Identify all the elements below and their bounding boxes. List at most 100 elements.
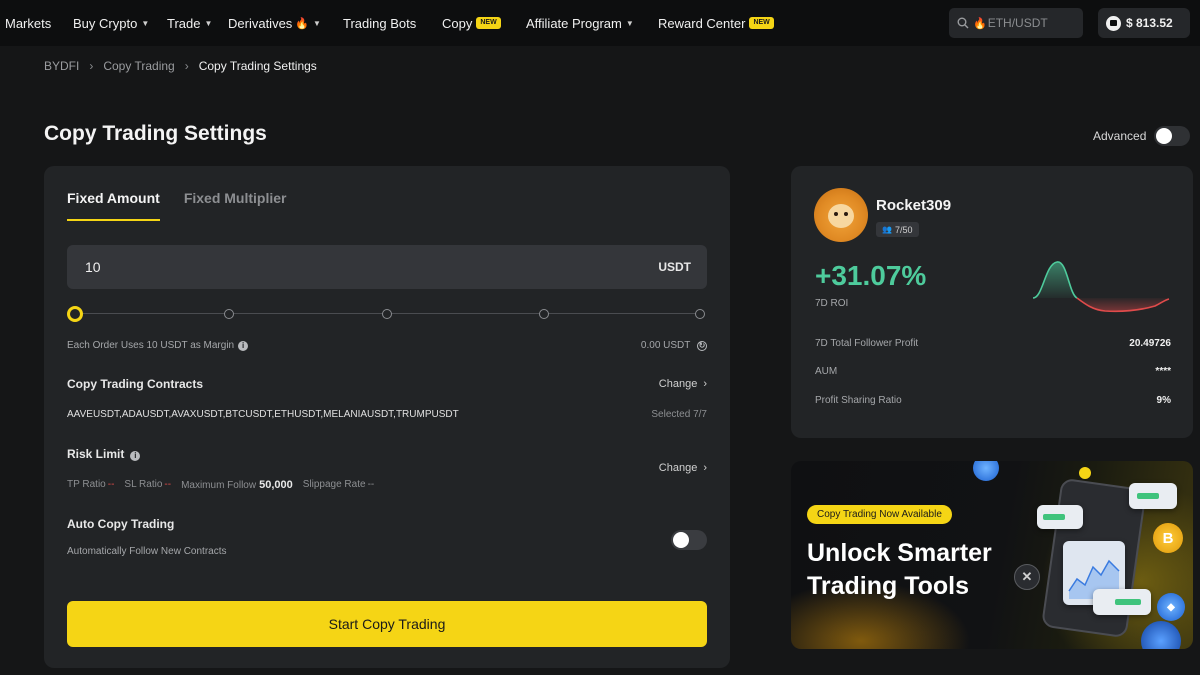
margin-note-text: Each Order Uses 10 USDT as Margin [67, 340, 235, 351]
advanced-label: Advanced [1093, 129, 1147, 143]
stat-row: AUM **** [815, 366, 1171, 377]
caret-down-icon: ▼ [141, 18, 150, 28]
copy-settings-card: Fixed Amount Fixed Multiplier 10 USDT Ea… [44, 166, 730, 668]
promo-banner[interactable]: ✕ B ◆ Copy Trading Now Available Unlock … [791, 461, 1193, 649]
avatar-eye [834, 212, 838, 216]
amount-slider[interactable] [67, 306, 707, 322]
nav-markets-label: Markets [5, 15, 52, 31]
top-navigation: Markets Buy Crypto ▼ Trade ▼ Derivatives… [0, 0, 1200, 46]
breadcrumb-copy-trading[interactable]: Copy Trading [103, 59, 174, 73]
nav-trading-bots[interactable]: Trading Bots [343, 0, 416, 46]
available-value: 0.00 USDT [640, 340, 691, 351]
tab-fixed-multiplier[interactable]: Fixed Multiplier [184, 190, 287, 221]
tp-ratio: TP Ratio -- [67, 479, 114, 491]
stat-row: 7D Total Follower Profit 20.49726 [815, 338, 1171, 349]
available-balance: 0.00 USDT ↻ [641, 340, 707, 351]
nav-reward-center[interactable]: Reward Center NEW [658, 0, 774, 46]
risk-params-row: TP Ratio -- SL Ratio -- Maximum Follow 50,0… [67, 479, 707, 491]
spark-icon [1079, 467, 1091, 479]
breadcrumb: BYDFI › Copy Trading › Copy Trading Sett… [44, 57, 317, 75]
stat-label: 7D Total Follower Profit [815, 338, 919, 349]
stat-label: AUM [815, 366, 838, 377]
promo-pill: Copy Trading Now Available [807, 505, 952, 524]
risk-title-group: Risk Limit i [67, 447, 141, 461]
trader-name[interactable]: Rocket309 [876, 197, 951, 214]
info-icon[interactable]: i [238, 340, 249, 351]
chevron-right-icon: › [184, 59, 189, 73]
start-copy-trading-button[interactable]: Start Copy Trading [67, 601, 707, 647]
tp-value: -- [107, 479, 115, 490]
stat-value: **** [1155, 366, 1171, 377]
nav-derivatives-label: Derivatives [228, 15, 293, 31]
info-icon[interactable]: i [130, 450, 141, 461]
contracts-title: Copy Trading Contracts [67, 377, 204, 391]
change-label: Change [658, 462, 698, 474]
nav-markets[interactable]: Markets [5, 0, 51, 46]
slider-step[interactable] [224, 309, 234, 319]
avatar-face [828, 204, 854, 228]
auto-copy-subtitle: Automatically Follow New Contracts [67, 546, 227, 557]
blue-coin-icon: ◆ [1157, 593, 1185, 621]
caret-down-icon: ▼ [313, 18, 321, 28]
sl-ratio: SL Ratio -- [124, 479, 171, 491]
phone-card-illustration [1093, 589, 1151, 615]
amount-input[interactable]: 10 USDT [67, 245, 707, 289]
roi-value: +31.07% [815, 260, 927, 291]
breadcrumb-home[interactable]: BYDFI [44, 59, 79, 73]
change-contracts-button[interactable]: Change › [659, 378, 707, 390]
wallet-balance-button[interactable]: $ 813.52 [1098, 8, 1190, 38]
blue-coin-icon [973, 461, 999, 481]
sl-value: -- [164, 479, 172, 490]
stat-value: 9% [1156, 395, 1171, 406]
auto-copy-title: Auto Copy Trading [67, 517, 175, 531]
tp-label: TP Ratio [67, 479, 106, 490]
slider-handle[interactable] [67, 306, 83, 322]
nav-trading-bots-label: Trading Bots [343, 15, 417, 31]
avatar[interactable] [814, 188, 868, 242]
refresh-icon[interactable]: ↻ [697, 340, 707, 351]
contracts-row: AAVEUSDT,ADAUSDT,AVAXUSDT,BTCUSDT,ETHUSD… [67, 409, 707, 420]
slider-step[interactable] [539, 309, 549, 319]
nav-copy[interactable]: Copy NEW [442, 0, 501, 46]
margin-row: Each Order Uses 10 USDT as Margin i 0.00 … [67, 340, 707, 351]
nav-trade[interactable]: Trade ▼ [167, 0, 212, 46]
follower-badge: 👥 7/50 [876, 222, 919, 237]
page-title: Copy Trading Settings [44, 122, 267, 145]
new-badge: NEW [749, 17, 774, 29]
phone-card-illustration [1129, 483, 1177, 509]
selected-count: Selected 7/7 [651, 409, 707, 420]
nav-reward-center-label: Reward Center [658, 15, 746, 31]
risk-change-row: Change › [67, 462, 707, 474]
amount-unit: USDT [658, 260, 691, 274]
nav-affiliate-program[interactable]: Affiliate Program ▼ [526, 0, 634, 46]
wallet-icon [1106, 15, 1121, 31]
auto-copy-subtitle-row: Automatically Follow New Contracts [67, 546, 707, 557]
change-risk-button[interactable]: Change › [659, 462, 707, 474]
slippage-rate: Slippage Rate -- [303, 479, 375, 491]
margin-note: Each Order Uses 10 USDT as Margin i [67, 340, 249, 351]
slider-step[interactable] [695, 309, 705, 319]
advanced-toggle-group: Advanced [1093, 126, 1191, 146]
new-badge: NEW [476, 17, 501, 29]
sl-label: SL Ratio [124, 479, 163, 490]
nav-copy-label: Copy [442, 15, 473, 31]
nav-derivatives[interactable]: Derivatives 🔥 ▼ [228, 0, 321, 46]
max-follow-value: 50,000 [259, 479, 293, 491]
search-input[interactable]: 🔥 ETH/USDT [949, 8, 1083, 38]
bitcoin-icon: B [1153, 523, 1183, 553]
risk-limit-title: Risk Limit [67, 447, 125, 461]
max-follow: Maximum Follow 50,000 [181, 479, 293, 491]
stat-row: Profit Sharing Ratio 9% [815, 395, 1171, 406]
balance-value: $ 813.52 [1126, 16, 1173, 30]
change-label: Change [658, 378, 698, 390]
chevron-right-icon: › [89, 59, 94, 73]
nav-buy-crypto[interactable]: Buy Crypto ▼ [73, 0, 149, 46]
follower-count: 7/50 [894, 224, 913, 235]
tab-fixed-amount[interactable]: Fixed Amount [67, 190, 160, 221]
advanced-toggle[interactable] [1154, 126, 1191, 146]
contracts-header-row: Copy Trading Contracts Change › [67, 377, 707, 391]
fire-icon: 🔥 [973, 17, 987, 30]
auto-copy-toggle[interactable] [671, 530, 707, 550]
slider-step[interactable] [382, 309, 392, 319]
chevron-right-icon: › [703, 378, 707, 390]
